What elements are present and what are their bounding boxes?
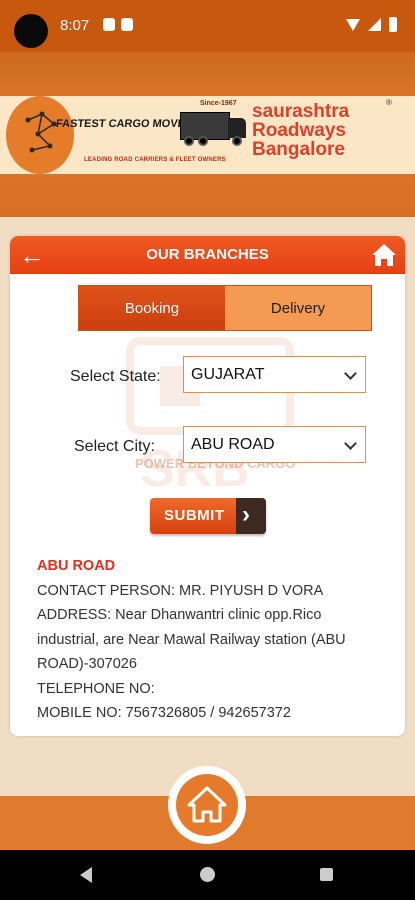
submit-label: SUBMIT xyxy=(164,507,225,524)
watermark-logo: SRB xyxy=(126,337,294,498)
submit-button[interactable]: SUBMIT › xyxy=(150,498,266,534)
branch-address: ADDRESS: Near Dhanwantri clinic opp.Rico… xyxy=(37,607,346,672)
home-fab-button[interactable] xyxy=(176,774,238,836)
chevron-down-icon xyxy=(344,437,357,450)
tab-booking[interactable]: Booking xyxy=(79,286,225,330)
nav-home-icon[interactable] xyxy=(200,867,215,882)
wifi-icon xyxy=(346,18,360,31)
page-title: OUR BRANCHES xyxy=(146,246,269,263)
notification-icons xyxy=(103,18,133,31)
status-time: 8:07 xyxy=(60,17,90,34)
submit-arrow: › xyxy=(236,498,266,534)
nav-recents-icon[interactable] xyxy=(320,868,333,881)
registered-mark: ® xyxy=(386,98,392,107)
since-label: Since-1967 xyxy=(200,100,237,107)
branch-details: ABU ROAD CONTACT PERSON: MR. PIYUSH D VO… xyxy=(37,554,387,726)
sd-card-icon xyxy=(121,18,133,31)
system-nav-bar xyxy=(0,850,415,900)
nav-back-icon[interactable] xyxy=(80,867,92,883)
city-value: ABU ROAD xyxy=(191,436,275,453)
city-select[interactable]: ABU ROAD xyxy=(183,426,366,463)
card-header: OUR BRANCHES ← xyxy=(10,236,405,274)
chevron-right-icon: › xyxy=(242,501,250,528)
signal-icon xyxy=(368,18,381,31)
branch-contact: CONTACT PERSON: MR. PIYUSH D VORA xyxy=(37,582,324,599)
booking-delivery-tabs: Booking Delivery xyxy=(78,285,372,331)
company-banner: FASTEST CARGO MOVERS Since-1967 LEADING … xyxy=(0,96,415,174)
chevron-down-icon xyxy=(344,367,357,380)
truck-icon xyxy=(180,108,248,148)
banner-subtagline: LEADING ROAD CARRIERS & FLEET OWNERS xyxy=(84,157,226,163)
home-icon[interactable] xyxy=(371,242,397,268)
state-label: Select State: xyxy=(70,368,161,385)
system-icons xyxy=(346,17,397,32)
tab-delivery[interactable]: Delivery xyxy=(225,286,371,330)
branch-mobile: MOBILE NO: 7567326805 / 942657372 xyxy=(37,705,291,721)
branch-city: ABU ROAD xyxy=(37,558,116,574)
branch-telephone: TELEPHONE NO: xyxy=(37,680,155,697)
home-icon xyxy=(187,786,227,823)
camera-cutout xyxy=(14,14,48,48)
state-value: GUJARAT xyxy=(191,366,265,383)
state-select[interactable]: GUJARAT xyxy=(183,356,366,393)
company-name: saurashtra Roadways Bangalore xyxy=(252,101,350,160)
india-map-logo xyxy=(6,96,74,174)
notification-icon xyxy=(103,18,115,31)
branches-card: OUR BRANCHES ← SRB POWER BEYOND CARGO Bo… xyxy=(10,236,405,736)
battery-icon xyxy=(389,17,397,32)
route-map-icon xyxy=(25,111,57,153)
back-arrow-icon[interactable]: ← xyxy=(18,242,46,268)
status-bar: 8:07 xyxy=(0,0,415,52)
city-label: Select City: xyxy=(74,438,155,455)
